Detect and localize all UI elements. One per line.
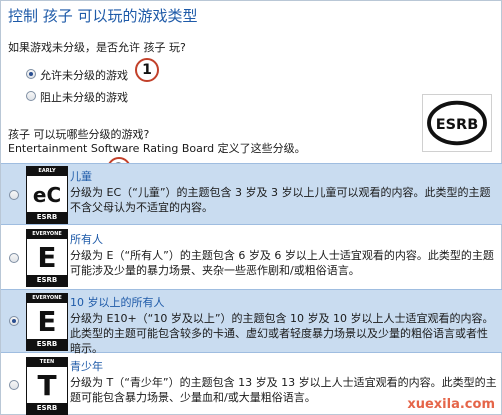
esrb-logo-text: ESRB: [436, 117, 478, 133]
rating-row-early-childhood[interactable]: EARLY CHILDHOOD eC ESRB 儿童 分级为 EC（“儿童”）的…: [1, 163, 502, 225]
icon-bottom-label: ESRB: [27, 212, 67, 223]
icon-top-label: EARLY CHILDHOOD: [27, 167, 67, 183]
everyone-10-plus-rating-icon: EVERYONE 10+ E ESRB: [26, 293, 68, 351]
rating-name[interactable]: 儿童: [70, 168, 92, 184]
icon-letter: T: [37, 369, 57, 402]
ratings-list: EARLY CHILDHOOD eC ESRB 儿童 分级为 EC（“儿童”）的…: [1, 161, 502, 415]
rating-name[interactable]: 所有人: [70, 231, 103, 247]
rating-radio-early-childhood[interactable]: [9, 190, 19, 200]
rating-row-everyone-10-plus[interactable]: EVERYONE 10+ E ESRB 10 岁以上的所有人 分级为 E10+（…: [1, 289, 502, 355]
allow-unrated-label[interactable]: 允许未分级的游戏: [40, 67, 128, 83]
rating-name[interactable]: 10 岁以上的所有人: [70, 294, 165, 310]
watermark: xuexila.com: [407, 397, 495, 412]
rating-row-everyone[interactable]: EVERYONE E ESRB 所有人 分级为 E（“所有人”）的主题包含 6 …: [1, 227, 502, 289]
icon-top-label: TEEN: [27, 358, 67, 367]
icon-top-label: EVERYONE 10+: [27, 294, 67, 310]
icon-letter: eC: [32, 182, 62, 207]
icon-letter: E: [37, 305, 57, 338]
icon-bottom-label: ESRB: [27, 403, 67, 414]
block-unrated-radio[interactable]: [26, 91, 36, 101]
rating-radio-everyone-10-plus[interactable]: [9, 316, 19, 326]
rating-radio-everyone[interactable]: [9, 253, 19, 263]
callout-one: 1: [135, 58, 159, 82]
block-unrated-label[interactable]: 阻止未分级的游戏: [40, 89, 128, 105]
icon-bottom-label: ESRB: [27, 275, 67, 286]
rating-name[interactable]: 青少年: [70, 358, 103, 374]
parental-controls-panel: 控制 孩子 可以玩的游戏类型 如果游戏未分级，是否允许 孩子 玩? 允许未分级的…: [0, 0, 502, 415]
page-title: 控制 孩子 可以玩的游戏类型: [8, 7, 198, 25]
esrb-logo: ESRB: [422, 94, 492, 152]
icon-bottom-label: ESRB: [27, 339, 67, 350]
rating-description: 分级为 E10+（“10 岁及以上”）的主题包含 10 岁及 10 岁以上人士适…: [70, 312, 494, 355]
esrb-logo-mark: ESRB: [427, 100, 487, 146]
everyone-rating-icon: EVERYONE E ESRB: [26, 229, 68, 287]
rating-description: 分级为 E（“所有人”）的主题包含 6 岁及 6 岁以上人士适宜观看的内容。此类…: [70, 249, 494, 277]
rating-description: 分级为 EC（“儿童”）的主题包含 3 岁及 3 岁以上儿童可以观看的内容。此类…: [70, 186, 491, 214]
rating-radio-teen[interactable]: [9, 380, 19, 390]
icon-top-label: EVERYONE: [27, 230, 67, 239]
early-childhood-rating-icon: EARLY CHILDHOOD eC ESRB: [26, 166, 68, 224]
teen-rating-icon: TEEN T ESRB: [26, 357, 68, 415]
unrated-games-question: 如果游戏未分级，是否允许 孩子 玩?: [8, 41, 186, 54]
allow-unrated-radio[interactable]: [26, 69, 36, 79]
icon-letter: E: [37, 241, 57, 274]
ratings-source-note: Entertainment Software Rating Board 定义了这…: [8, 142, 306, 155]
